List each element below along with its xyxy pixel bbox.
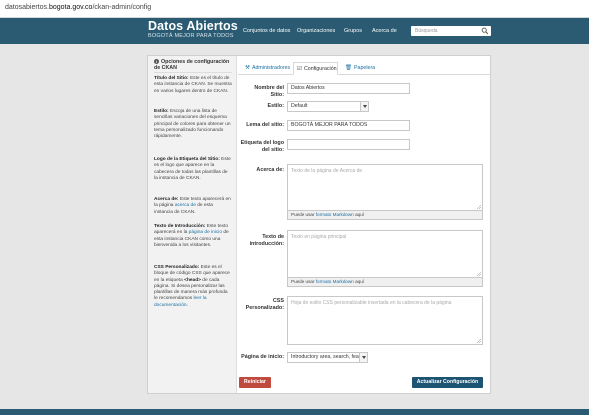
help-intro: Texto de Introducción: Este texto aparec… xyxy=(154,224,229,248)
breadcrumb-bar xyxy=(0,44,589,55)
style-label: Estilo: xyxy=(267,103,284,109)
url-prefix: datosabiertos. xyxy=(5,4,49,11)
markdown-link[interactable]: formato Markdown xyxy=(316,212,354,217)
info-icon: i xyxy=(154,59,159,65)
tagline-input[interactable]: BOGOTÁ MEJOR PARA TODOS xyxy=(287,120,410,131)
site-logo-title[interactable]: Datos Abiertos xyxy=(148,19,238,33)
search-icon[interactable] xyxy=(481,27,489,35)
chevron-down-icon xyxy=(360,102,368,111)
search-input[interactable]: Búsqueda xyxy=(411,26,491,36)
admin-config-panel: i Opciones de configuración de CKAN Títul… xyxy=(147,55,491,394)
help-about: Acerca de: Este texto aparecerá en la pá… xyxy=(154,197,231,215)
gavel-icon: ⚒ xyxy=(245,65,250,71)
help-style: Estilo: Escoja de una lista de sencillas… xyxy=(154,109,231,140)
nav-datasets[interactable]: Conjuntos de datos xyxy=(243,28,290,34)
homepage-select[interactable]: Introductory area, search, feat xyxy=(287,352,368,363)
help-sidebar: i Opciones de configuración de CKAN Títul… xyxy=(148,56,237,393)
home-page-link[interactable]: página de inicio xyxy=(189,230,222,235)
chevron-down-icon xyxy=(359,353,367,362)
footer-bar xyxy=(0,409,589,415)
site-title-input[interactable]: Datos Abiertos xyxy=(287,83,410,94)
trash-icon: 🗑 xyxy=(345,65,352,71)
url-path: /ckan-admin/config xyxy=(92,4,152,11)
site-logo-subtitle: BOGOTÁ MEJOR PARA TODOS xyxy=(148,33,234,39)
intro-label: Texto de introducción: xyxy=(249,234,284,247)
browser-url-bar[interactable]: datosabiertos.bogota.gov.co/ckan-admin/c… xyxy=(0,0,589,18)
nav-about[interactable]: Acerca de xyxy=(372,28,397,34)
about-page-link[interactable]: acerca de xyxy=(175,203,196,208)
help-custom-css: CSS Personalizado: Este es el bloque de … xyxy=(154,265,230,308)
resize-grip-icon[interactable] xyxy=(477,339,481,343)
update-config-button[interactable]: Actualizar Configuración xyxy=(412,377,483,388)
help-site-title: Título del Sitio: Este es el título de e… xyxy=(154,76,232,94)
css-placeholder: Hoja de estilo CSS personalizable insert… xyxy=(291,300,452,306)
reset-button[interactable]: Reiniciar xyxy=(239,377,271,388)
nav-groups[interactable]: Grupos xyxy=(344,28,362,34)
about-textarea[interactable]: Texto de la página de Acerca de xyxy=(287,164,483,211)
homepage-label: Página de inicio: xyxy=(241,354,284,360)
custom-css-textarea[interactable]: Hoja de estilo CSS personalizable insert… xyxy=(287,296,483,345)
intro-placeholder: Texto en página principal xyxy=(291,234,347,240)
logo-input[interactable] xyxy=(287,139,410,150)
tab-configuration[interactable]: ☑ Configuración xyxy=(293,62,338,75)
masthead: Datos Abiertos BOGOTÁ MEJOR PARA TODOS C… xyxy=(0,18,589,44)
style-select[interactable]: Default xyxy=(287,101,369,112)
intro-textarea[interactable]: Texto en página principal xyxy=(287,230,483,278)
about-markdown-hint: Puede usar formato Markdown aquí xyxy=(287,211,483,220)
tab-administrators[interactable]: ⚒ Administradores xyxy=(242,62,290,75)
resize-grip-icon[interactable] xyxy=(477,205,481,209)
check-square-icon: ☑ xyxy=(297,66,302,72)
resize-grip-icon[interactable] xyxy=(477,272,481,276)
tab-trash[interactable]: 🗑 Papelera xyxy=(342,62,376,75)
help-site-logo: Logo de la Etiqueta del Sitio: Este es e… xyxy=(154,157,231,181)
sidebar-heading: i Opciones de configuración de CKAN xyxy=(154,59,230,72)
url-text[interactable]: datosabiertos.bogota.gov.co/ckan-admin/c… xyxy=(5,4,151,11)
site-title-label: Nombre del Sitio: xyxy=(254,85,284,98)
url-domain: bogota.gov.co xyxy=(48,4,93,11)
markdown-link[interactable]: formato Markdown xyxy=(316,279,354,284)
about-placeholder: Texto de la página de Acerca de xyxy=(291,168,363,174)
intro-markdown-hint: Puede usar formato Markdown aquí xyxy=(287,278,483,287)
logo-label: Etiqueta del logo del sitio: xyxy=(240,140,284,153)
tagline-label: Lema del sitio: xyxy=(246,122,284,128)
divider xyxy=(154,72,232,73)
custom-css-label: CSS Personalizado: xyxy=(245,298,284,311)
about-label: Acerca de: xyxy=(256,167,284,173)
search-placeholder: Búsqueda xyxy=(415,28,438,34)
nav-organizations[interactable]: Organizaciones xyxy=(297,28,335,34)
